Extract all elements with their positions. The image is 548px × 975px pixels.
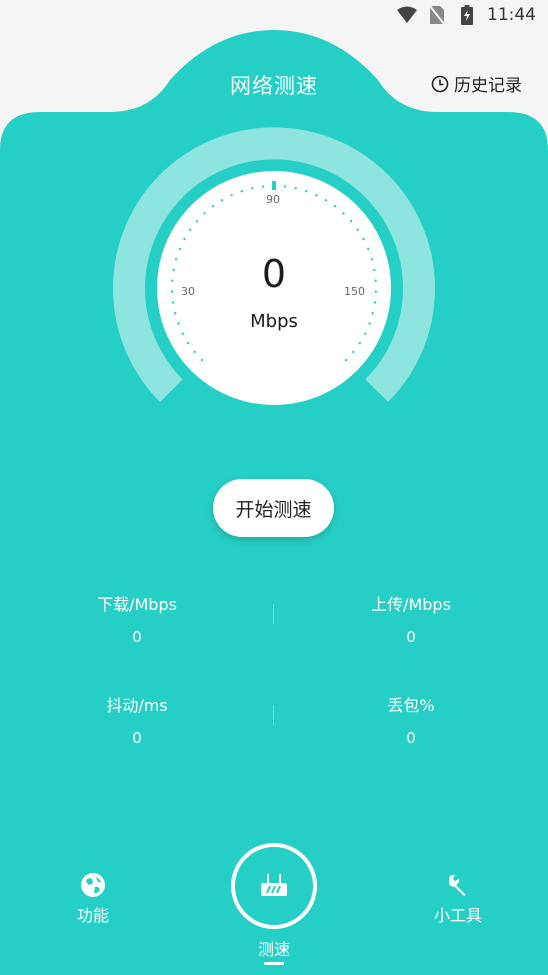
- gauge-tick-dot: [220, 199, 224, 202]
- gauge-tick-dot: [187, 341, 190, 345]
- gauge-tick-dot: [195, 220, 199, 223]
- speed-value: 0: [261, 252, 287, 296]
- gauge-tick-dot: [193, 350, 196, 354]
- gauge-tick-dot: [230, 194, 233, 197]
- nav-speedtest-button[interactable]: [231, 843, 317, 929]
- stat-divider: [273, 604, 274, 624]
- tick-label-90: 90: [266, 193, 280, 206]
- jitter-value: 0: [132, 729, 142, 747]
- stat-divider: [273, 705, 274, 725]
- gauge-tick-dot: [367, 247, 370, 251]
- gauge-tick-dot: [251, 187, 254, 190]
- gauge-tick-dot: [178, 247, 181, 251]
- download-stat: 下载/Mbps 0: [37, 591, 237, 646]
- gauge-tick-dot: [358, 341, 361, 345]
- gauge-tick-dot: [170, 290, 174, 293]
- wrench-icon: [449, 874, 466, 896]
- nav-speedtest-label[interactable]: 测速: [224, 936, 324, 960]
- gauge-tick-dot: [261, 185, 265, 188]
- gauge-tick-dot: [189, 228, 192, 231]
- speed-gauge: [113, 127, 435, 405]
- gauge-tick-dot: [349, 220, 353, 223]
- gauge-tick-dot: [364, 332, 367, 335]
- gauge-tick-dot: [294, 187, 297, 190]
- gauge-tick-dot: [374, 279, 377, 282]
- gauge-tick-dot: [240, 190, 243, 193]
- nav-tools-label: 小工具: [433, 906, 482, 925]
- gauge-tick-dot: [315, 194, 318, 197]
- gauge-top-marker: [272, 181, 276, 190]
- router-icon: [261, 874, 287, 896]
- start-test-button[interactable]: 开始测速: [213, 479, 334, 537]
- gauge-tick-dot: [362, 237, 365, 241]
- gauge-tick-dot: [324, 199, 328, 202]
- upload-stat: 上传/Mbps 0: [311, 591, 511, 646]
- gauge-tick-dot: [352, 350, 355, 354]
- loss-value: 0: [406, 729, 416, 747]
- gauge-tick-dot: [342, 212, 345, 215]
- gauge-tick-dot: [373, 301, 377, 304]
- nav-tools[interactable]: 小工具: [423, 872, 493, 926]
- upload-label: 上传/Mbps: [371, 595, 451, 614]
- gauge-tick-dot: [211, 205, 215, 208]
- gauge-tick-dot: [374, 290, 378, 293]
- loss-label: 丢包%: [387, 696, 435, 715]
- upload-value: 0: [406, 628, 416, 646]
- gauge-tick-dot: [333, 205, 337, 208]
- download-value: 0: [132, 628, 142, 646]
- gauge-tick-dot: [171, 301, 175, 304]
- gauge-tick-dot: [181, 332, 184, 335]
- globe-icon: [81, 873, 105, 897]
- gauge-tick-dot: [283, 185, 287, 188]
- gauge-tick-dot: [183, 237, 186, 241]
- download-label: 下载/Mbps: [97, 595, 177, 614]
- jitter-stat: 抖动/ms 0: [37, 692, 237, 747]
- loss-stat: 丢包% 0: [311, 692, 511, 747]
- gauge-tick-dot: [203, 212, 206, 215]
- gauge-tick-dot: [305, 190, 308, 193]
- nav-features[interactable]: 功能: [58, 872, 128, 926]
- gauge-tick-dot: [356, 228, 359, 231]
- gauge-tick-dot: [344, 358, 348, 362]
- jitter-label: 抖动/ms: [106, 696, 168, 715]
- nav-features-label: 功能: [76, 906, 109, 925]
- nav-active-indicator: [264, 962, 284, 965]
- speed-unit: Mbps: [250, 311, 298, 332]
- gauge-tick-dot: [200, 358, 204, 362]
